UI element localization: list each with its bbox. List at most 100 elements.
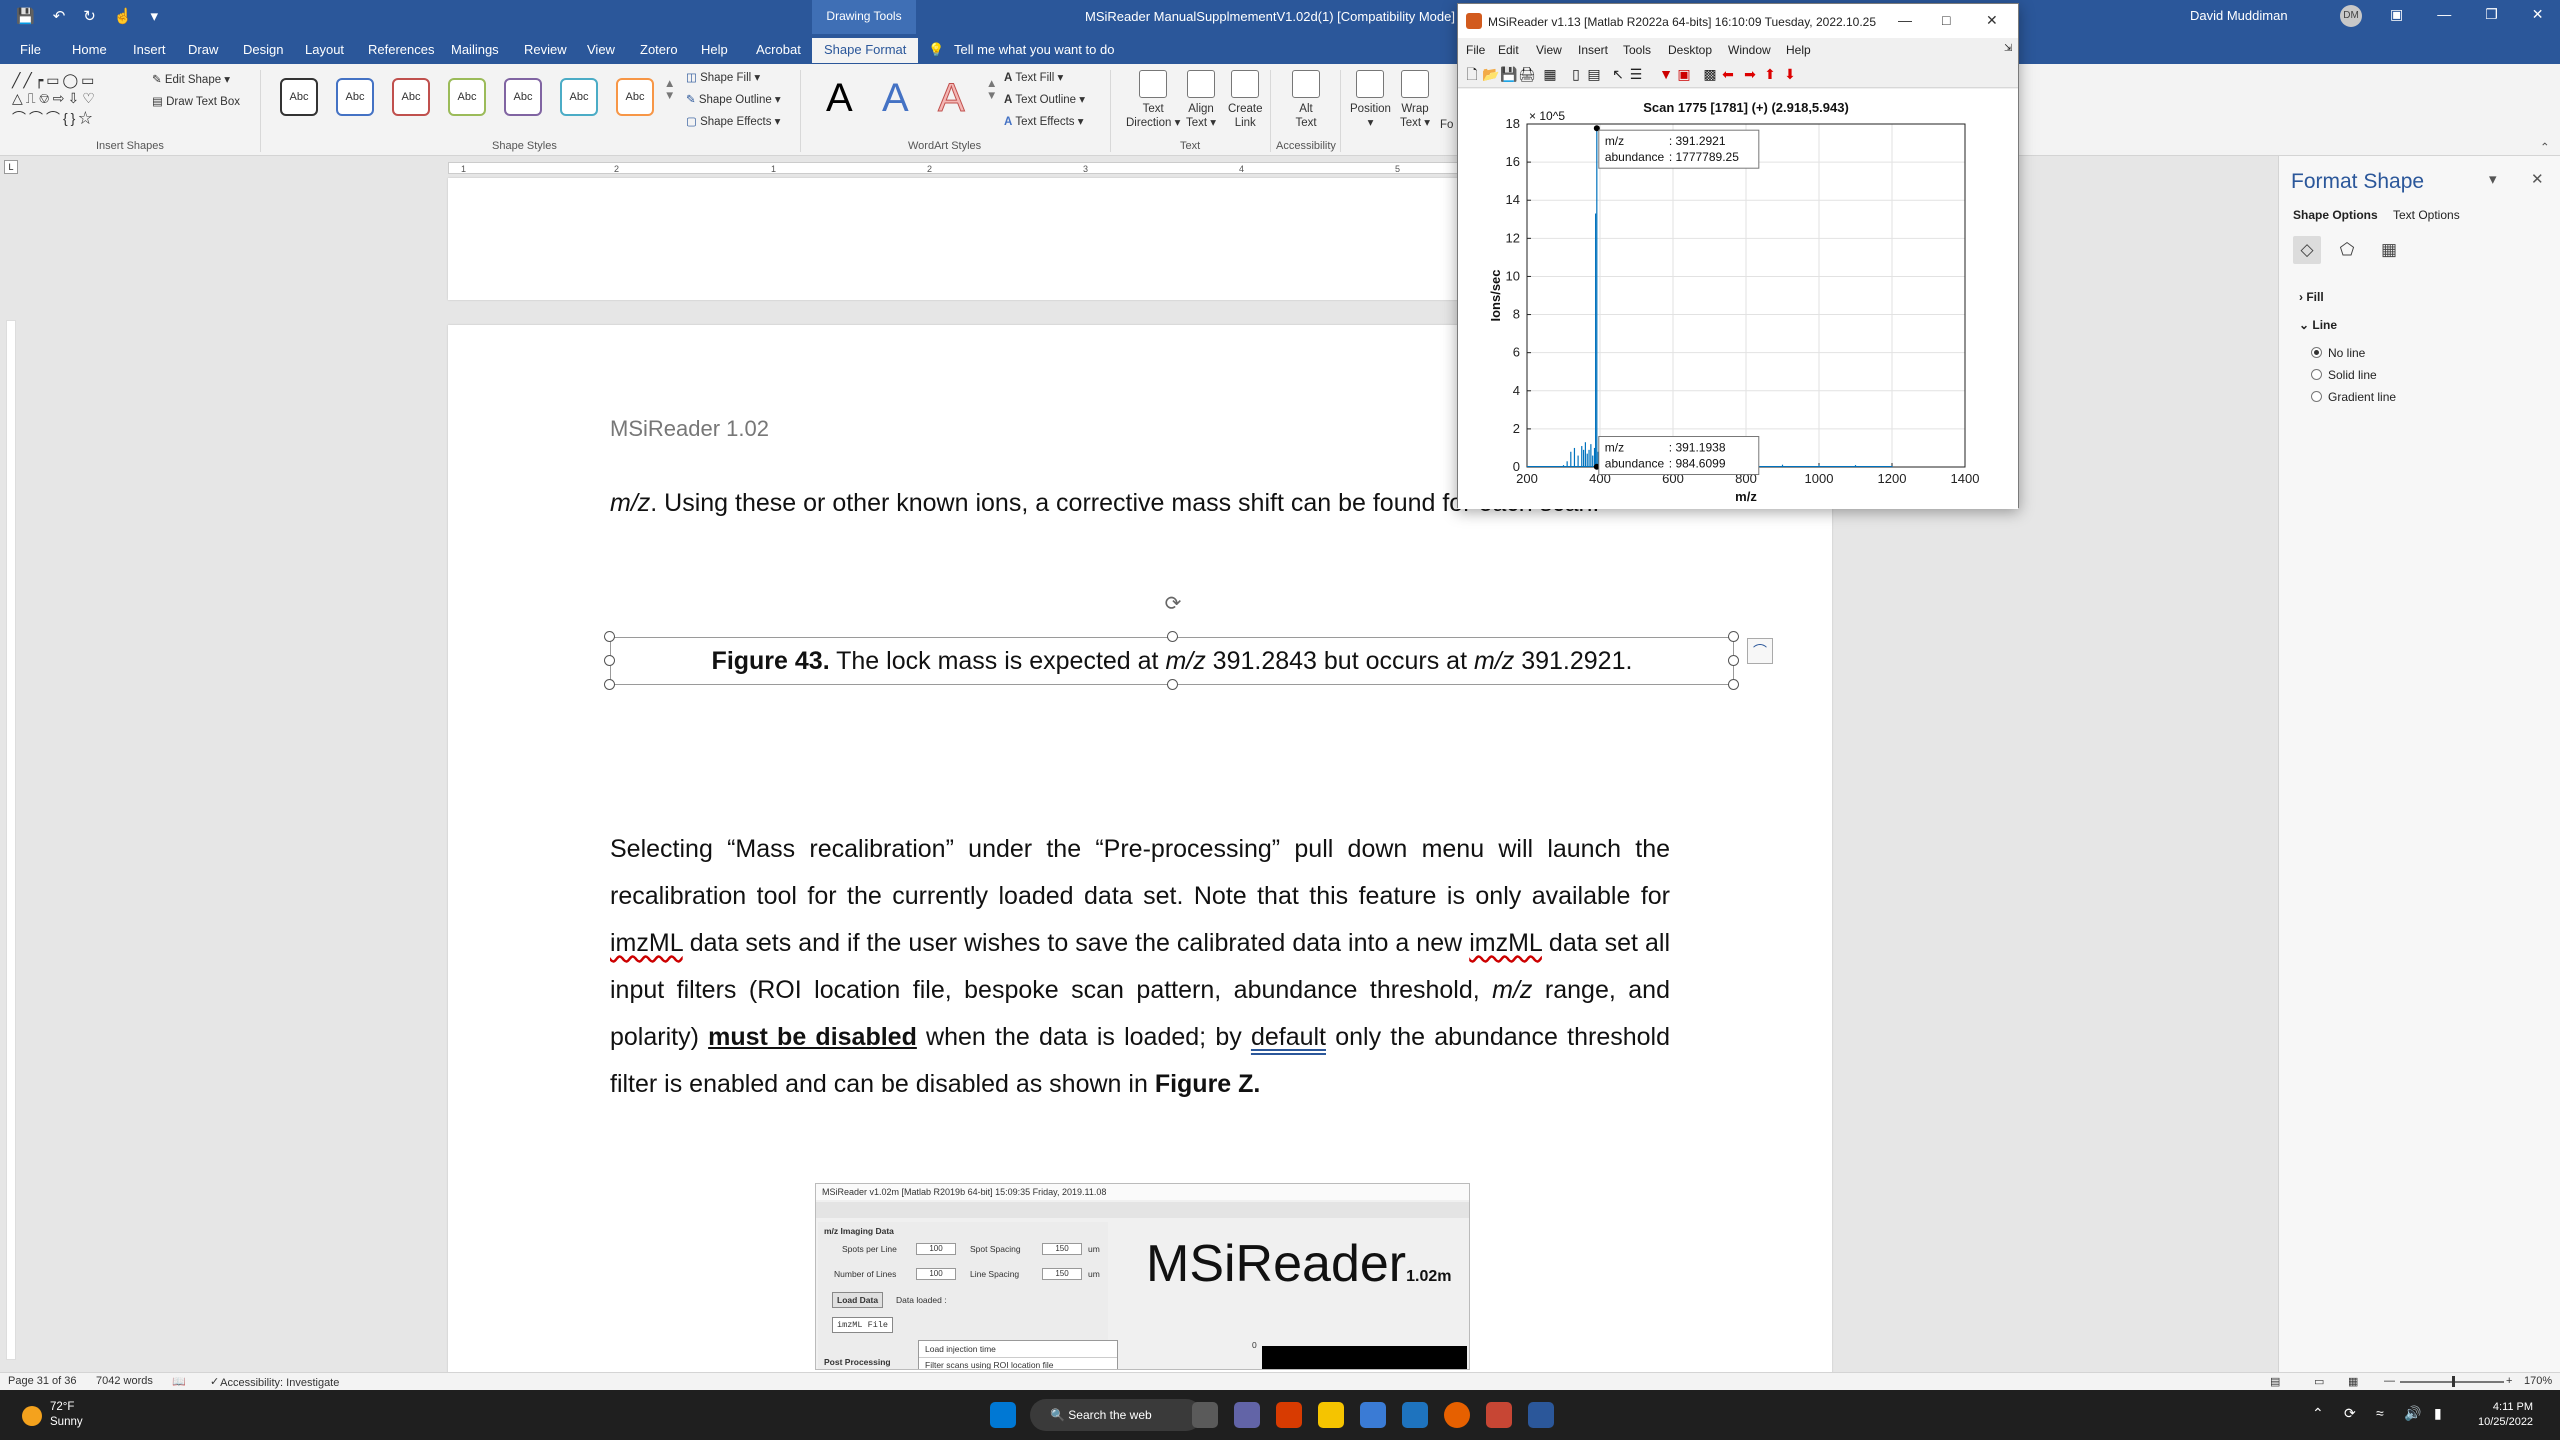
tab-view[interactable]: View xyxy=(587,42,615,57)
ribbon-display-icon[interactable]: ▣ xyxy=(2390,6,2403,23)
tab-draw[interactable]: Draw xyxy=(188,42,218,57)
shape-style-5[interactable]: Abc xyxy=(504,78,542,116)
tab-layout[interactable]: Layout xyxy=(305,42,344,57)
taskbar-search[interactable]: 🔍 Search the web xyxy=(1030,1399,1202,1431)
wordart-scroll-icon[interactable]: ▲ ▼ xyxy=(986,78,997,102)
web-layout-icon[interactable]: ▦ xyxy=(2348,1375,2358,1388)
resize-handle-bl[interactable] xyxy=(604,679,615,690)
spectrum-chart[interactable]: 200 400 600 800 1000 1200 1400024681012141618S… xyxy=(1458,89,2018,509)
resize-handle-mr[interactable] xyxy=(1728,655,1739,666)
radio-solid-line-control[interactable] xyxy=(2311,369,2322,380)
firefox-icon[interactable] xyxy=(1444,1402,1470,1428)
position-button[interactable]: Position ▾ xyxy=(1350,70,1391,130)
wordart-style-2[interactable]: A xyxy=(882,76,909,121)
tell-me-search[interactable]: Tell me what you want to do xyxy=(954,42,1114,57)
vertical-ruler[interactable] xyxy=(6,320,16,1360)
radio-gradient-line[interactable]: Gradient line xyxy=(2311,390,2396,404)
embedded-screenshot[interactable]: MSiReader v1.02m [Matlab R2019b 64-bit] … xyxy=(815,1183,1470,1370)
store-icon[interactable] xyxy=(1360,1402,1386,1428)
line-section[interactable]: ⌄ Line xyxy=(2299,318,2337,332)
volume-icon[interactable]: 🔊 xyxy=(2404,1405,2421,1422)
size-properties-icon[interactable]: ▦ xyxy=(2375,236,2403,264)
msi-menu-file[interactable]: File xyxy=(1466,43,1485,57)
weather-widget[interactable]: 72°F Sunny xyxy=(50,1400,83,1430)
legend-icon[interactable]: ▤ xyxy=(1586,66,1602,82)
resize-handle-br[interactable] xyxy=(1728,679,1739,690)
msi-menu-view[interactable]: View xyxy=(1536,43,1562,57)
close-icon[interactable]: ✕ xyxy=(2532,6,2544,23)
shape-style-4[interactable]: Abc xyxy=(448,78,486,116)
zoom-in-icon[interactable]: + xyxy=(2506,1375,2512,1387)
tab-zotero[interactable]: Zotero xyxy=(640,42,678,57)
touch-mode-icon[interactable]: ☝ xyxy=(114,7,133,25)
battery-icon[interactable]: ▮ xyxy=(2434,1405,2442,1422)
bar-chart-icon[interactable]: ▩ xyxy=(1702,66,1718,82)
shape-fill-button[interactable]: ◫ Shape Fill ▾ xyxy=(686,70,760,84)
read-mode-icon[interactable]: ▤ xyxy=(2270,1375,2280,1388)
marker-icon[interactable]: ▼ xyxy=(1658,66,1674,82)
radio-solid-line[interactable]: Solid line xyxy=(2311,368,2377,382)
file-explorer-icon[interactable] xyxy=(1318,1402,1344,1428)
msi-menu-help[interactable]: Help xyxy=(1786,43,1811,57)
zoom-level[interactable]: 170% xyxy=(2524,1375,2552,1387)
msi-menu-insert[interactable]: Insert xyxy=(1578,43,1608,57)
wordart-style-1[interactable]: A xyxy=(826,76,853,121)
print-icon[interactable]: 🖨 xyxy=(1518,66,1536,82)
radio-no-line[interactable]: No line xyxy=(2311,346,2365,360)
align-text-button[interactable]: Align Text ▾ xyxy=(1186,70,1216,130)
tab-design[interactable]: Design xyxy=(243,42,283,57)
resize-handle-bc[interactable] xyxy=(1167,679,1178,690)
shape-gallery-row2[interactable]: △⎍⎊⇨⇩♡ xyxy=(12,90,98,107)
tab-help[interactable]: Help xyxy=(701,42,728,57)
collapse-ribbon-icon[interactable]: ⌃ xyxy=(2540,140,2550,154)
sun-icon[interactable] xyxy=(22,1406,42,1426)
avatar[interactable]: DM xyxy=(2340,5,2362,27)
rotate-handle-icon[interactable]: ⟳ xyxy=(1162,593,1184,615)
fill-section[interactable]: › Fill xyxy=(2299,290,2324,304)
shape-gallery[interactable]: ╱╱┍▭◯▭ xyxy=(12,72,97,89)
msi-menu-edit[interactable]: Edit xyxy=(1498,43,1519,57)
tab-home[interactable]: Home xyxy=(72,42,107,57)
alt-text-button[interactable]: Alt Text xyxy=(1292,70,1320,130)
word-icon[interactable] xyxy=(1528,1402,1554,1428)
resize-handle-ml[interactable] xyxy=(604,655,615,666)
customize-qat-icon[interactable]: ▾ xyxy=(151,7,159,25)
accessibility-status[interactable]: ✓ Accessibility: Investigate xyxy=(210,1375,339,1389)
pane-close-icon[interactable]: ✕ xyxy=(2531,170,2544,188)
arrow-up-icon[interactable]: ⬆ xyxy=(1762,66,1778,82)
horizontal-ruler[interactable]: 1 2 1 2 3 4 5 xyxy=(448,162,1548,174)
paragraph-recalibration[interactable]: Selecting “Mass recalibration” under the… xyxy=(610,826,1670,1108)
radio-gradient-line-control[interactable] xyxy=(2311,391,2322,402)
arrow-right-icon[interactable]: ➡ xyxy=(1742,66,1758,82)
task-view-icon[interactable] xyxy=(1192,1402,1218,1428)
word-count[interactable]: 7042 words xyxy=(96,1375,153,1387)
colorbar-icon[interactable]: ▯ xyxy=(1568,66,1584,82)
restore-icon[interactable]: ❐ xyxy=(2485,6,2498,23)
shape-effects-button[interactable]: ▢ Shape Effects ▾ xyxy=(686,114,780,128)
save-icon[interactable]: 💾 xyxy=(16,7,35,25)
msireader-window[interactable]: MSiReader v1.13 [Matlab R2022a 64-bits] … xyxy=(1457,3,2019,509)
msi-menu-tools[interactable]: Tools xyxy=(1623,43,1651,57)
shape-gallery-row3[interactable]: ⌒⌒⌒{}☆ xyxy=(12,108,95,128)
start-button-icon[interactable] xyxy=(990,1402,1016,1428)
tab-insert[interactable]: Insert xyxy=(133,42,166,57)
msi-dock-icon[interactable]: ⇲ xyxy=(2004,43,2012,54)
text-effects-button[interactable]: A Text Effects ▾ xyxy=(1004,114,1084,128)
zoom-slider-thumb[interactable] xyxy=(2452,1376,2455,1387)
pointer-icon[interactable]: ↖ xyxy=(1610,66,1626,82)
tab-review[interactable]: Review xyxy=(524,42,567,57)
tab-file[interactable]: File xyxy=(20,42,41,57)
msi-maximize-icon[interactable]: □ xyxy=(1942,12,1950,28)
page-count[interactable]: Page 31 of 36 xyxy=(8,1375,77,1387)
office-icon[interactable] xyxy=(1276,1402,1302,1428)
shape-style-6[interactable]: Abc xyxy=(560,78,598,116)
tab-acrobat[interactable]: Acrobat xyxy=(756,42,801,57)
layout-options-icon[interactable]: ⌒ xyxy=(1747,638,1773,664)
wrap-text-button[interactable]: Wrap Text ▾ xyxy=(1400,70,1430,130)
wordart-style-3[interactable]: A xyxy=(938,76,966,121)
undo-icon[interactable]: ↶ xyxy=(53,7,66,25)
mail-icon[interactable] xyxy=(1402,1402,1428,1428)
tab-selector-icon[interactable]: L xyxy=(4,160,18,174)
tab-shape-format[interactable]: Shape Format xyxy=(812,38,919,63)
msi-menu-window[interactable]: Window xyxy=(1728,43,1771,57)
